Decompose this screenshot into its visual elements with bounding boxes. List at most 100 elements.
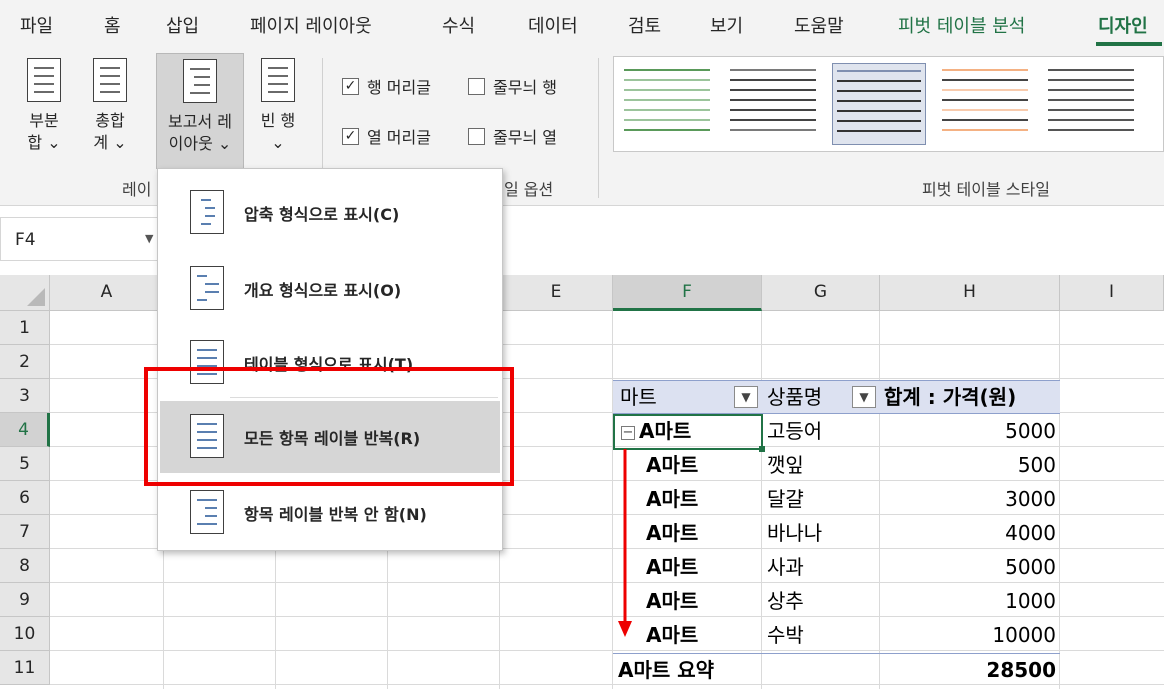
column-header-a[interactable]: A <box>50 275 164 311</box>
row-header-3[interactable]: 3 <box>0 379 50 413</box>
red-down-arrow <box>618 449 632 637</box>
pivot-row-item[interactable]: 고등어 <box>767 414 822 448</box>
pivot-row-price[interactable]: 10000 <box>884 618 1056 652</box>
menu-item-compact-form[interactable]: 압축 형식으로 표시(C) <box>160 177 500 249</box>
tab-page-layout[interactable]: 페이지 레이아웃 <box>250 12 372 38</box>
active-tab-indicator <box>1096 42 1162 46</box>
ribbon-tab-bar: 파일 홈 삽입 페이지 레이아웃 수식 데이터 검토 보기 도움말 피벗 테이블… <box>0 0 1164 48</box>
group-divider <box>598 58 599 198</box>
column-header-g[interactable]: G <box>762 275 880 311</box>
pivot-style-plain[interactable] <box>1044 63 1138 145</box>
pivot-row-mart[interactable]: A마트 <box>646 448 698 482</box>
select-all-corner[interactable] <box>0 275 50 311</box>
row-header-2[interactable]: 2 <box>0 345 50 379</box>
col-headers-label: 열 머리글 <box>367 128 431 147</box>
banded-rows-label: 줄무늬 행 <box>493 78 557 97</box>
pivot-row-item[interactable]: 달걀 <box>767 482 804 516</box>
pivot-style-gallery <box>613 56 1164 152</box>
subtotals-button[interactable]: 부분 합 ⌄ <box>18 58 70 154</box>
pivot-header-sum: 합계 : 가격(원) <box>884 385 1017 409</box>
tab-pivot-analyze[interactable]: 피벗 테이블 분석 <box>898 12 1025 38</box>
pivot-row-item[interactable]: 사과 <box>767 550 804 584</box>
column-header-f[interactable]: F <box>613 275 762 311</box>
active-cell-f4[interactable] <box>613 414 765 452</box>
pivot-row-price[interactable]: 1000 <box>884 584 1056 618</box>
row-header-9[interactable]: 9 <box>0 583 50 617</box>
tab-data[interactable]: 데이터 <box>528 12 578 38</box>
row-header-11[interactable]: 11 <box>0 651 50 685</box>
tab-insert[interactable]: 삽입 <box>166 12 199 38</box>
pivot-row-item[interactable]: 깻잎 <box>767 448 804 482</box>
pivot-header-product: 상품명 <box>767 385 823 409</box>
report-layout-label-2: 이아웃 ⌄ <box>168 134 232 153</box>
banded-cols-checkbox[interactable]: 줄무늬 열 <box>468 124 557 148</box>
gridline <box>1059 311 1060 689</box>
pivot-row-item[interactable]: 상추 <box>767 584 804 618</box>
menu-item-label: 항목 레이블 반복 안 함(N) <box>244 505 427 524</box>
col-headers-checkbox[interactable]: ✓ 열 머리글 <box>342 124 431 148</box>
pivot-row-price[interactable]: 5000 <box>884 550 1056 584</box>
pivot-row-mart[interactable]: A마트 <box>646 550 698 584</box>
tab-help[interactable]: 도움말 <box>794 12 844 38</box>
mart-filter-dropdown[interactable]: ▼ <box>734 386 758 408</box>
no-repeat-labels-icon <box>190 490 224 534</box>
row-header-5[interactable]: 5 <box>0 447 50 481</box>
tab-formulas[interactable]: 수식 <box>442 12 475 38</box>
chevron-down-icon[interactable]: ▼ <box>145 232 153 245</box>
row-header-1[interactable]: 1 <box>0 311 50 345</box>
blank-rows-label-2: ⌄ <box>271 133 285 152</box>
pivot-style-blue-selected[interactable] <box>832 63 926 145</box>
row-header-4[interactable]: 4 <box>0 413 50 447</box>
subtotals-label-1: 부분 <box>29 111 59 130</box>
menu-item-outline-form[interactable]: 개요 형식으로 표시(O) <box>160 253 500 325</box>
tab-design[interactable]: 디자인 <box>1098 12 1148 38</box>
grand-totals-button[interactable]: 총합 계 ⌄ <box>84 58 136 154</box>
pivot-row-price[interactable]: 500 <box>884 448 1056 482</box>
column-header-i[interactable]: I <box>1060 275 1164 311</box>
grand-totals-label-1: 총합 <box>95 111 125 130</box>
column-header-h[interactable]: H <box>880 275 1060 311</box>
col-headers-check-box: ✓ <box>342 127 359 145</box>
pivot-row-mart[interactable]: A마트 <box>646 618 698 652</box>
pivot-row-mart[interactable]: A마트 <box>646 584 698 618</box>
gridline <box>612 311 613 689</box>
pivot-row-price[interactable]: 3000 <box>884 482 1056 516</box>
pivot-style-gray[interactable] <box>726 63 820 145</box>
report-layout-menu: 압축 형식으로 표시(C) 개요 형식으로 표시(O) 테이블 형식으로 표시(… <box>157 168 503 551</box>
gridline <box>879 311 880 689</box>
pivot-row-price[interactable]: 5000 <box>884 414 1056 448</box>
row-headers-checkbox[interactable]: ✓ 행 머리글 <box>342 74 431 98</box>
pivot-style-green[interactable] <box>620 63 714 145</box>
banded-rows-checkbox[interactable]: 줄무늬 행 <box>468 74 557 98</box>
banded-cols-label: 줄무늬 열 <box>493 128 557 147</box>
menu-item-label: 개요 형식으로 표시(O) <box>244 281 402 300</box>
pivot-row-price[interactable]: 4000 <box>884 516 1056 550</box>
row-header-8[interactable]: 8 <box>0 549 50 583</box>
menu-item-label: 압축 형식으로 표시(C) <box>244 205 400 224</box>
pivot-row-mart[interactable]: A마트 <box>646 516 698 550</box>
row-header-7[interactable]: 7 <box>0 515 50 549</box>
pivot-row-item[interactable]: 바나나 <box>767 516 822 550</box>
name-box[interactable]: F4 ▼ <box>0 217 160 261</box>
row-header-6[interactable]: 6 <box>0 481 50 515</box>
column-header-e[interactable]: E <box>500 275 613 311</box>
menu-item-do-not-repeat-labels[interactable]: 항목 레이블 반복 안 함(N) <box>160 477 500 549</box>
pivot-row-mart[interactable]: A마트 <box>646 482 698 516</box>
tab-home[interactable]: 홈 <box>104 12 121 38</box>
row-header-10[interactable]: 10 <box>0 617 50 651</box>
blank-rows-button[interactable]: 빈 행 ⌄ <box>252 58 304 154</box>
tab-review[interactable]: 검토 <box>628 12 661 38</box>
pivot-row-item[interactable]: 수박 <box>767 618 804 652</box>
pivot-total-value[interactable]: 28500 <box>884 653 1056 687</box>
product-filter-dropdown[interactable]: ▼ <box>852 386 876 408</box>
tab-file[interactable]: 파일 <box>20 12 53 38</box>
pivot-total-label[interactable]: A마트 요약 <box>618 653 714 687</box>
blank-rows-label-1: 빈 행 <box>260 111 296 130</box>
pivot-style-orange[interactable] <box>938 63 1032 145</box>
report-layout-button[interactable]: 보고서 레 이아웃 ⌄ <box>156 53 244 169</box>
tab-view[interactable]: 보기 <box>710 12 743 38</box>
fill-handle[interactable] <box>759 446 765 452</box>
gridline <box>761 311 762 689</box>
pivot-header-mart: 마트 <box>620 385 657 409</box>
red-highlight-box <box>144 367 514 486</box>
